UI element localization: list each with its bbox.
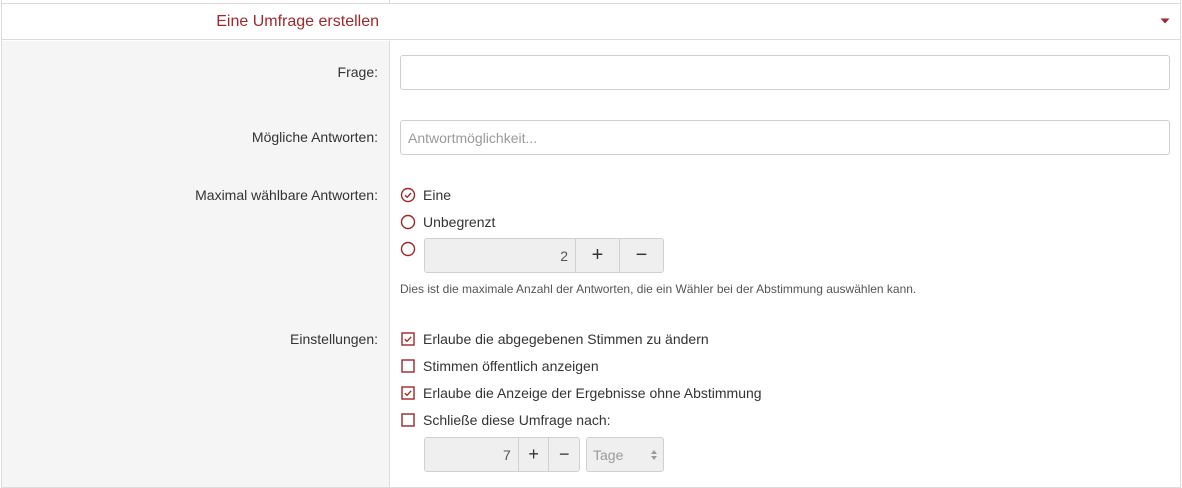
checkbox-label: Erlaube die Anzeige der Ergebnisse ohne …	[423, 385, 762, 401]
increment-button[interactable]: +	[575, 239, 619, 272]
increment-button[interactable]: +	[517, 438, 549, 471]
radio-option-unlimited[interactable]: Unbegrenzt	[400, 212, 495, 232]
checkbox-unchecked-icon	[401, 413, 415, 427]
section-title: Eine Umfrage erstellen	[216, 13, 379, 30]
close-after-unit-select[interactable]: Tage	[586, 437, 664, 472]
close-after-stepper: 7 + −	[424, 437, 580, 472]
close-after-value[interactable]: 7	[425, 438, 518, 471]
poll-panel: Eine Umfrage erstellen Frage: Mögliche A…	[1, 0, 1181, 488]
setting-close-poll-after[interactable]: Schließe diese Umfrage nach:	[400, 410, 611, 430]
radio-option-one[interactable]: Eine	[400, 185, 451, 205]
radio-unchecked-icon	[400, 214, 416, 230]
select-value: Tage	[593, 446, 624, 463]
checkbox-unchecked-icon	[401, 359, 415, 373]
max-answers-value[interactable]: 2	[425, 239, 575, 272]
decrement-button[interactable]: −	[619, 239, 663, 272]
checkbox-checked-icon	[401, 386, 415, 400]
checkbox-label: Schließe diese Umfrage nach:	[423, 412, 611, 428]
question-label: Frage:	[337, 64, 378, 80]
answer-option-input[interactable]	[400, 120, 1170, 155]
max-answers-label: Maximal wählbare Antworten:	[195, 187, 378, 203]
checkbox-checked-icon	[401, 332, 415, 346]
select-arrows-icon	[651, 450, 657, 460]
checkbox-label: Erlaube die abgegebenen Stimmen zu änder…	[423, 331, 709, 347]
radio-option-label: Unbegrenzt	[423, 214, 496, 230]
settings-label: Einstellungen:	[290, 331, 378, 347]
radio-option-custom[interactable]	[400, 239, 423, 259]
radio-checked-icon	[400, 187, 416, 203]
setting-show-results-without-vote[interactable]: Erlaube die Anzeige der Ergebnisse ohne …	[400, 383, 762, 403]
setting-allow-change-votes[interactable]: Erlaube die abgegebenen Stimmen zu änder…	[400, 329, 709, 349]
caret-down-icon[interactable]	[1159, 15, 1171, 27]
question-input[interactable]	[400, 55, 1170, 90]
answers-label: Mögliche Antworten:	[251, 129, 378, 145]
label-column	[2, 41, 390, 487]
max-answers-stepper: 2 + −	[424, 238, 664, 273]
setting-public-votes[interactable]: Stimmen öffentlich anzeigen	[400, 356, 599, 376]
radio-unchecked-icon	[400, 241, 416, 257]
poll-section-header[interactable]: Eine Umfrage erstellen	[2, 4, 1180, 40]
radio-option-label: Eine	[423, 187, 452, 203]
decrement-button[interactable]: −	[548, 438, 579, 471]
checkbox-label: Stimmen öffentlich anzeigen	[423, 358, 599, 374]
poll-form: Frage: Mögliche Antworten: Maximal wählb…	[2, 41, 1180, 487]
max-answers-help-text: Dies ist die maximale Anzahl der Antwort…	[400, 282, 917, 296]
